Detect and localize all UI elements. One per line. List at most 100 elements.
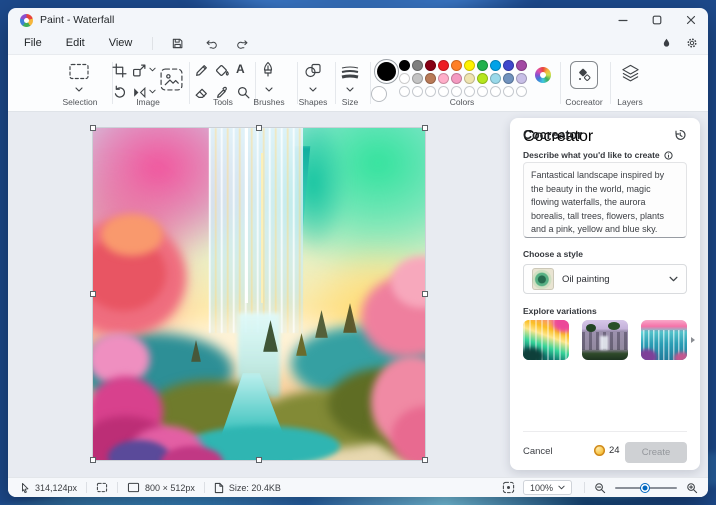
info-icon[interactable] — [664, 150, 673, 160]
zoom-dropdown-chevron-icon — [558, 485, 565, 490]
style-thumbnail — [532, 268, 554, 290]
shapes-button[interactable] — [304, 63, 322, 79]
color-swatch-empty[interactable] — [490, 86, 501, 97]
size-chevron-icon[interactable] — [346, 87, 354, 92]
selection-handle[interactable] — [422, 457, 428, 463]
color-swatch[interactable] — [451, 60, 462, 71]
undo-button[interactable] — [196, 37, 225, 50]
close-button[interactable] — [674, 8, 708, 32]
fill-tool-button[interactable] — [215, 63, 230, 78]
canvas-workspace[interactable]: Cocreator Cocreator Describe what you'd … — [8, 112, 708, 477]
variation-thumbnail-3[interactable] — [641, 320, 687, 360]
zoom-out-button[interactable] — [594, 482, 606, 494]
color-swatch[interactable] — [438, 60, 449, 71]
color-swatch[interactable] — [503, 73, 514, 84]
color-swatch-empty[interactable] — [451, 86, 462, 97]
selection-handle[interactable] — [256, 125, 262, 131]
canvas-image[interactable] — [90, 125, 428, 463]
selection-handle[interactable] — [256, 457, 262, 463]
resize-button[interactable] — [132, 63, 147, 78]
settings-gear-icon[interactable] — [686, 37, 698, 49]
color-swatch[interactable] — [399, 60, 410, 71]
variation-thumbnail-2[interactable] — [582, 320, 628, 360]
colors-group-label: Colors — [449, 97, 475, 107]
selection-handle[interactable] — [422, 125, 428, 131]
color-swatch-empty[interactable] — [477, 86, 488, 97]
size-button[interactable] — [341, 65, 359, 79]
cocreator-panel-title: Cocreator — [523, 128, 583, 142]
color-swatch[interactable] — [503, 60, 514, 71]
color-swatch-empty[interactable] — [464, 86, 475, 97]
color-swatch[interactable] — [399, 73, 410, 84]
fit-to-screen-button[interactable] — [502, 481, 515, 494]
cursor-position-indicator: 314,124px — [20, 482, 77, 494]
flip-chevron-icon[interactable] — [149, 89, 156, 94]
zoom-slider[interactable] — [615, 482, 677, 494]
cocreator-panel: Cocreator Cocreator Describe what you'd … — [510, 118, 700, 470]
color-swatch[interactable] — [490, 60, 501, 71]
style-value: Oil painting — [562, 273, 610, 285]
color-swatch[interactable] — [425, 60, 436, 71]
minimize-button[interactable] — [606, 8, 640, 32]
color-swatch[interactable] — [490, 73, 501, 84]
style-dropdown[interactable]: Oil painting — [523, 264, 687, 294]
brushes-button[interactable] — [260, 61, 276, 83]
color-swatch[interactable] — [464, 60, 475, 71]
color-swatch[interactable] — [425, 73, 436, 84]
color-swatch[interactable] — [438, 73, 449, 84]
menu-edit[interactable]: Edit — [56, 35, 95, 51]
color-swatch[interactable] — [516, 60, 527, 71]
cocreator-button[interactable] — [570, 61, 598, 89]
color-swatch-empty[interactable] — [438, 86, 449, 97]
prompt-textarea[interactable]: Fantastical landscape inspired by the be… — [523, 162, 687, 238]
maximize-button[interactable] — [640, 8, 674, 32]
ink-drop-icon[interactable] — [661, 37, 672, 49]
selection-handle[interactable] — [90, 291, 96, 297]
variations-next-arrow[interactable] — [690, 336, 696, 344]
resize-chevron-icon[interactable] — [149, 67, 156, 72]
remove-background-button[interactable] — [159, 67, 184, 92]
foreground-color-well[interactable] — [374, 59, 399, 84]
redo-button[interactable] — [229, 37, 258, 50]
color-swatch[interactable] — [516, 73, 527, 84]
style-dropdown-chevron-icon — [669, 276, 678, 282]
canvas-size-icon — [127, 482, 140, 493]
zoom-slider-handle[interactable] — [641, 483, 649, 492]
fit-to-screen-icon — [502, 481, 515, 494]
color-swatch-empty[interactable] — [399, 86, 410, 97]
selection-handle[interactable] — [90, 125, 96, 131]
zoom-level-dropdown[interactable]: 100% — [522, 480, 572, 495]
color-swatch-empty[interactable] — [412, 86, 423, 97]
history-button[interactable] — [673, 128, 687, 142]
color-swatch-empty[interactable] — [425, 86, 436, 97]
menu-file[interactable]: File — [14, 35, 52, 51]
cancel-button[interactable]: Cancel — [523, 446, 553, 457]
pencil-tool-button[interactable] — [194, 63, 209, 78]
color-swatch[interactable] — [412, 60, 423, 71]
color-swatch[interactable] — [412, 73, 423, 84]
color-swatch-empty[interactable] — [503, 86, 514, 97]
edit-colors-button[interactable] — [535, 67, 551, 83]
color-swatch[interactable] — [477, 60, 488, 71]
menu-view[interactable]: View — [99, 35, 143, 51]
color-swatch[interactable] — [464, 73, 475, 84]
selection-handle[interactable] — [422, 291, 428, 297]
statusbar-separator — [203, 482, 205, 493]
shapes-chevron-icon[interactable] — [309, 87, 317, 92]
brushes-chevron-icon[interactable] — [265, 87, 273, 92]
zoom-in-button[interactable] — [686, 482, 698, 494]
color-swatch[interactable] — [477, 73, 488, 84]
color-swatch[interactable] — [451, 73, 462, 84]
color-swatch-empty[interactable] — [516, 86, 527, 97]
background-color-well[interactable] — [371, 86, 387, 102]
save-button[interactable] — [163, 37, 192, 50]
create-button[interactable]: Create — [625, 442, 687, 463]
variation-thumbnail-1[interactable] — [523, 320, 569, 360]
crop-button[interactable] — [112, 63, 127, 78]
selection-handle[interactable] — [90, 457, 96, 463]
ribbon-toolbar: Selection Image A Tools Brushes Shapes S… — [8, 54, 708, 112]
selection-dropdown-chevron-icon[interactable] — [75, 87, 83, 92]
layers-button[interactable] — [620, 63, 641, 84]
selection-tool-button[interactable] — [68, 63, 90, 80]
text-tool-button[interactable]: A — [236, 62, 245, 76]
